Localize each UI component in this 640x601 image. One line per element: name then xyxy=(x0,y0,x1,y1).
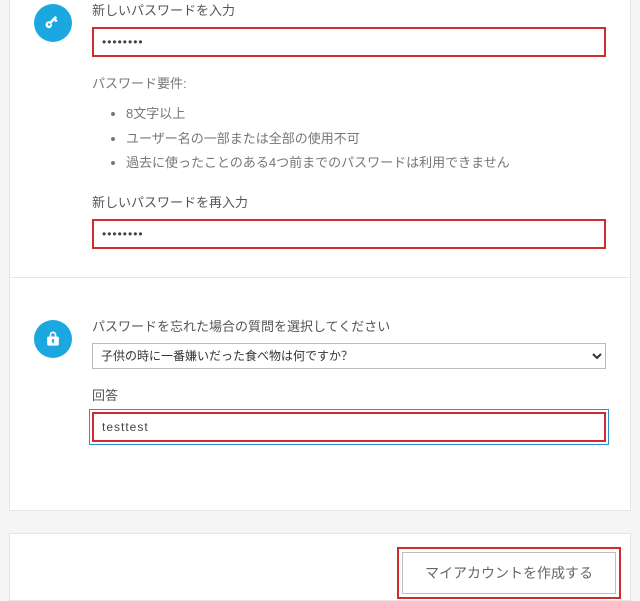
answer-label: 回答 xyxy=(92,385,606,404)
password-panel: 新しいパスワードを入力 パスワード要件: 8文字以上 ユーザー名の一部または全部… xyxy=(9,0,631,278)
new-password-input[interactable] xyxy=(92,27,606,57)
new-password-label: 新しいパスワードを入力 xyxy=(92,0,606,19)
create-account-button[interactable]: マイアカウントを作成する xyxy=(402,552,616,594)
security-section: パスワードを忘れた場合の質問を選択してください 子供の時に一番嫌いだった食べ物は… xyxy=(34,316,606,442)
submit-bar: マイアカウントを作成する xyxy=(9,533,631,601)
lock-icon xyxy=(34,320,72,358)
security-question-label: パスワードを忘れた場合の質問を選択してください xyxy=(92,316,606,335)
icon-column xyxy=(34,316,72,442)
password-fields: 新しいパスワードを入力 パスワード要件: 8文字以上 ユーザー名の一部または全部… xyxy=(92,0,606,249)
requirements-list: 8文字以上 ユーザー名の一部または全部の使用不可 過去に使ったことのある4つ前ま… xyxy=(92,102,606,176)
requirement-item: 8文字以上 xyxy=(126,102,606,127)
security-fields: パスワードを忘れた場合の質問を選択してください 子供の時に一番嫌いだった食べ物は… xyxy=(92,316,606,442)
security-question-panel: パスワードを忘れた場合の質問を選択してください 子供の時に一番嫌いだった食べ物は… xyxy=(9,278,631,511)
requirement-item: ユーザー名の一部または全部の使用不可 xyxy=(126,127,606,152)
confirm-password-input[interactable] xyxy=(92,219,606,249)
security-question-select[interactable]: 子供の時に一番嫌いだった食べ物は何ですか？ xyxy=(92,343,606,369)
requirement-item: 過去に使ったことのある4つ前までのパスワードは利用できません xyxy=(126,151,606,176)
icon-column xyxy=(34,0,72,249)
requirements-title: パスワード要件: xyxy=(92,73,606,92)
confirm-password-label: 新しいパスワードを再入力 xyxy=(92,192,606,211)
answer-input[interactable] xyxy=(92,412,606,442)
password-section: 新しいパスワードを入力 パスワード要件: 8文字以上 ユーザー名の一部または全部… xyxy=(34,0,606,249)
key-icon xyxy=(34,4,72,42)
